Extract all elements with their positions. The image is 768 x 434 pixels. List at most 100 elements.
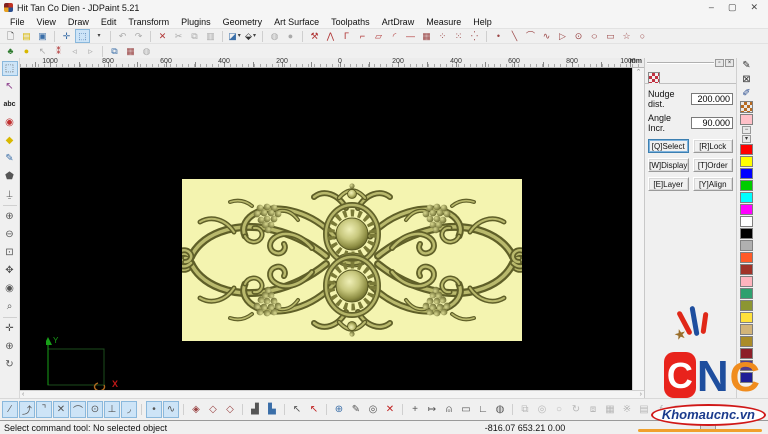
select-tab-icon[interactable] (648, 72, 660, 84)
menu-edit[interactable]: Edit (95, 17, 123, 27)
delete-selected-icon[interactable]: ✕ (382, 401, 398, 418)
palette-color[interactable] (740, 276, 753, 287)
render-flat-icon[interactable]: ● (283, 29, 298, 43)
material-tree-icon[interactable]: ♣ (3, 44, 18, 58)
snap-node-icon[interactable]: ∿ (163, 401, 179, 418)
snap-corner-icon[interactable]: ⌝ (36, 401, 52, 418)
palette-color[interactable] (740, 264, 753, 275)
corner-icon[interactable]: ∟ (475, 401, 491, 418)
stamp-a-icon[interactable]: ▟ (247, 401, 263, 418)
picture-icon[interactable]: ▣ (704, 401, 720, 418)
zoom-prev-icon[interactable]: ⌕ (2, 299, 18, 314)
nudge-dist-field[interactable] (691, 93, 733, 105)
pattern-swatch[interactable] (740, 101, 753, 113)
array-grid-icon[interactable]: ▦ (419, 29, 434, 43)
render-smooth-icon[interactable]: ◍ (267, 29, 282, 43)
relief-object-icon[interactable]: ⬟ (2, 169, 18, 184)
pick-cursor-icon[interactable]: ↖ (35, 44, 50, 58)
palette-up-icon[interactable]: − (742, 126, 751, 134)
palette-color[interactable] (740, 156, 753, 167)
menu-toolpaths[interactable]: Toolpaths (325, 17, 376, 27)
palette-color[interactable] (740, 240, 753, 251)
vertical-scrollbar[interactable]: ⌃ (632, 68, 644, 390)
stack-icon[interactable]: ⧈ (585, 401, 601, 418)
stamp-icon[interactable]: ▤ (636, 401, 652, 418)
chamfer-icon[interactable]: ⌐ (355, 29, 370, 43)
zoom-out-icon[interactable]: ⊖ (2, 227, 18, 242)
group-icon[interactable]: ⧉ (517, 401, 533, 418)
spline-icon[interactable]: ∿ (539, 29, 554, 43)
rotate-copy-icon[interactable]: ↻ (568, 401, 584, 418)
script-f-icon[interactable]: ƒ (653, 401, 669, 418)
new-icon[interactable]: 🗋 (3, 29, 18, 43)
draw-pencil-icon[interactable]: ✎ (2, 151, 18, 166)
next-icon[interactable]: ▹ (83, 44, 98, 58)
clipboard-icon[interactable]: ⧉ (107, 44, 122, 58)
node-a-icon[interactable]: ⁘ (435, 29, 450, 43)
snap-quadrant-icon[interactable]: ⤴ (19, 401, 35, 418)
paste-icon[interactable]: ▥ (203, 29, 218, 43)
pick-remove-icon[interactable]: ↖ (306, 401, 322, 418)
palette-color[interactable] (740, 192, 753, 203)
palette-color[interactable] (740, 204, 753, 215)
node-b-icon[interactable]: ⁙ (451, 29, 466, 43)
trim-icon[interactable]: ⚒ (307, 29, 322, 43)
angle-incr-field[interactable] (691, 117, 733, 129)
palette-color[interactable] (740, 288, 753, 299)
palette-color[interactable] (740, 228, 753, 239)
ellipse-icon[interactable]: ○ (584, 29, 604, 43)
node-pair-icon[interactable]: ⁑ (51, 44, 66, 58)
menu-help[interactable]: Help (467, 17, 498, 27)
palette-color[interactable] (740, 180, 753, 191)
select-marquee-icon[interactable]: ⬚ (2, 61, 18, 76)
palette-color[interactable] (740, 300, 753, 311)
open-icon[interactable]: ▤ (19, 29, 34, 43)
line-tool-icon[interactable]: — (403, 29, 418, 43)
maximize-button[interactable]: ▢ (728, 2, 737, 13)
rectangle-icon[interactable]: ▭ (603, 29, 618, 43)
transform-rotate-icon[interactable]: ⊕ (331, 401, 347, 418)
refresh-icon[interactable]: ↻ (2, 357, 18, 372)
zoom-in-icon[interactable]: ⊕ (2, 209, 18, 224)
pencil-icon[interactable]: ✎ (740, 59, 754, 72)
palette-color[interactable] (740, 168, 753, 179)
copy-icon[interactable]: ⧉ (187, 29, 202, 43)
select-dropdown-icon[interactable]: ▾ (91, 29, 106, 43)
panel-slider[interactable] (647, 62, 714, 64)
palette-color[interactable] (740, 216, 753, 227)
polygon-icon[interactable]: ▷ (555, 29, 570, 43)
snap-circle-icon[interactable]: ⊙ (87, 401, 103, 418)
palette-color[interactable] (740, 372, 753, 383)
fillet-icon[interactable]: ◜ (387, 29, 402, 43)
menu-measure[interactable]: Measure (420, 17, 467, 27)
move-icon[interactable]: ✛ (2, 321, 18, 336)
burst-icon[interactable]: ※ (619, 401, 635, 418)
menu-geometry[interactable]: Geometry (217, 17, 269, 27)
snap-settings-icon[interactable]: ⍝ (441, 401, 457, 418)
grid-icon[interactable]: ▦ (602, 401, 618, 418)
ring-icon[interactable]: ◎ (534, 401, 550, 418)
select-button[interactable]: [Q]Select (648, 139, 689, 153)
param-table-icon[interactable]: ▦ (123, 44, 138, 58)
star-icon[interactable]: ☆ (619, 29, 634, 43)
lamp-2-icon[interactable]: ◍ (492, 401, 508, 418)
tool-bit-icon[interactable]: ⍊ (2, 187, 18, 202)
pick-add-icon[interactable]: ↖ (289, 401, 305, 418)
save-icon[interactable]: ▣ (35, 29, 50, 43)
cut-icon[interactable]: ✂ (171, 29, 186, 43)
gear-icon[interactable]: ⚙ (687, 401, 703, 418)
menu-view[interactable]: View (31, 17, 62, 27)
snap-line-icon[interactable]: ∕ (2, 401, 18, 418)
lock-button[interactable]: [R]Lock (693, 139, 734, 153)
palette-color[interactable] (740, 336, 753, 347)
light-bulb-icon[interactable]: ● (19, 44, 34, 58)
minimize-button[interactable]: – (709, 2, 714, 13)
palette-color[interactable] (740, 348, 753, 359)
view-eye-icon[interactable]: ◉ (2, 281, 18, 296)
snap-diamond-2-icon[interactable]: ◇ (222, 401, 238, 418)
measure-angle-icon[interactable]: ⋀ (323, 29, 338, 43)
arc-icon[interactable]: ⌒ (523, 29, 538, 43)
palette-color[interactable] (740, 144, 753, 155)
circle-o-icon[interactable]: ○ (551, 401, 567, 418)
palette-color[interactable] (740, 252, 753, 263)
